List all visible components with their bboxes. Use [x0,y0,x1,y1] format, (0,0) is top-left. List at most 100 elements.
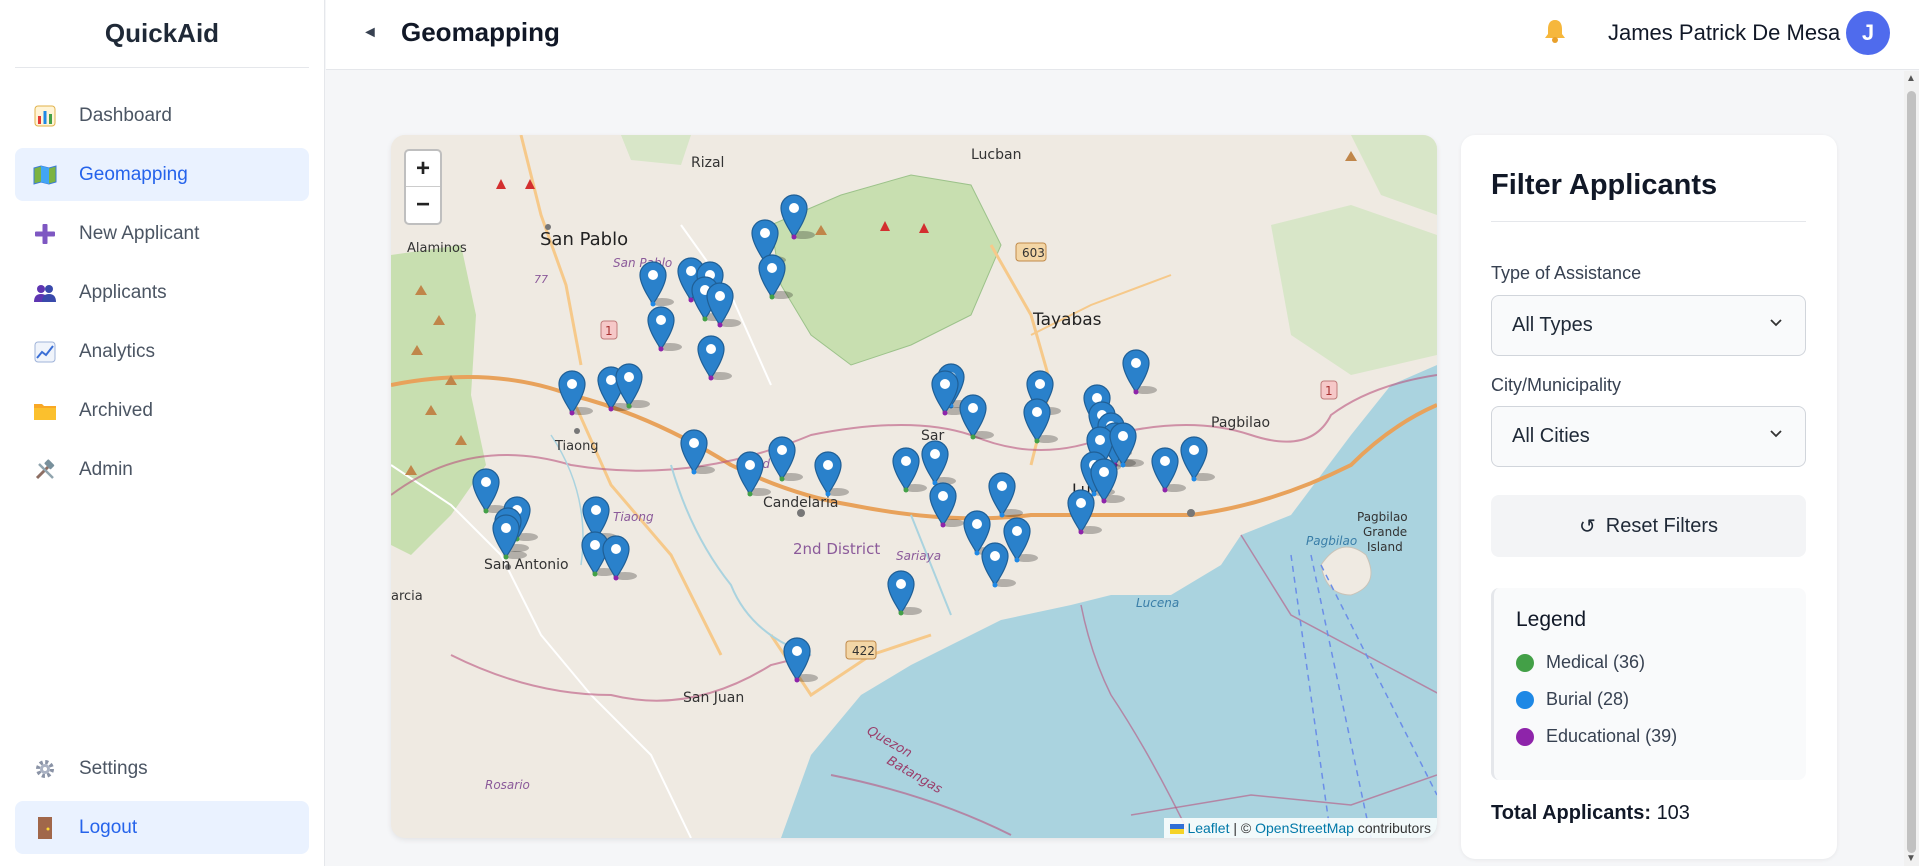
chart-icon [33,104,57,128]
map-marker-educational[interactable] [928,481,965,528]
user-name[interactable]: James Patrick De Mesa [1608,20,1840,46]
avatar[interactable]: J [1846,11,1890,55]
map-marker-educational[interactable] [646,305,682,352]
map-marker-burial[interactable] [638,260,674,307]
scroll-thumb[interactable] [1907,91,1916,853]
map-icon [33,163,57,187]
map-marker-burial[interactable] [679,428,716,475]
page-title: Geomapping [401,17,560,47]
zoom-in-button[interactable]: + [406,151,440,187]
assistance-type-select[interactable]: All Types [1491,295,1806,356]
label-road-422: 422 [852,644,875,658]
sidebar-item-archived[interactable]: Archived [15,384,309,437]
map-marker-educational[interactable] [557,369,593,416]
legend-item-burial: Burial (28) [1516,681,1806,718]
city-label: City/Municipality [1491,375,1622,395]
city-select[interactable]: All Cities [1491,406,1806,467]
label-pagbilao-grande-2: Grande [1363,525,1407,539]
geomap[interactable]: Rizal Lucban San Pablo San Pablo Alamino… [391,135,1437,838]
reset-filters-label: Reset Filters [1605,514,1718,537]
map-marker-medical[interactable] [735,450,771,497]
logout-button[interactable]: Logout [15,801,309,854]
sidebar-item-analytics[interactable]: Analytics [15,325,309,378]
map-marker-educational[interactable] [930,369,967,416]
gear-icon [33,757,57,781]
label-road-1a: 1 [605,324,613,338]
divider [1491,221,1806,222]
attribution-separator: | © [1229,820,1256,836]
sidebar-item-applicants[interactable]: Applicants [15,266,309,319]
label-tayabas: Tayabas [1032,310,1102,330]
label-road-1b: 1 [1325,384,1333,398]
map-marker-educational[interactable] [1066,488,1103,535]
sidebar-item-new-applicant[interactable]: New Applicant [15,207,309,260]
label-lucban: Lucban [971,147,1021,163]
map-marker-educational[interactable] [782,636,818,683]
reset-filters-button[interactable]: ↺ Reset Filters [1491,495,1806,557]
sidebar: QuickAid Dashboard Geomapping New Applic… [0,0,325,866]
city-value: All Cities [1512,425,1590,447]
map-marker-medical[interactable] [886,569,923,616]
sidebar-item-label: Archived [79,399,153,421]
sidebar-item-label: Logout [79,816,138,838]
map-marker-educational[interactable] [696,334,733,381]
label-rosario: Rosario [485,778,530,792]
sidebar-item-label: Geomapping [79,163,188,185]
label-pagbilao-bay: Pagbilao [1306,534,1357,548]
map-marker-educational[interactable] [1150,446,1187,493]
label-san-pablo: San Pablo [540,229,628,250]
legend-item-medical: Medical (36) [1516,644,1806,681]
plus-icon [33,222,57,246]
assistance-type-value: All Types [1512,314,1593,336]
map-marker-medical[interactable] [614,362,651,409]
users-icon [33,281,57,305]
medical-dot [1516,653,1534,672]
sidebar-item-label: Settings [79,757,148,779]
leaflet-link[interactable]: Leaflet [1187,820,1229,836]
map-marker-medical[interactable] [891,446,927,493]
sidebar-item-admin[interactable]: Admin [15,443,309,496]
map-marker-medical[interactable] [958,393,994,440]
label-alaminos: Alaminos [407,241,467,256]
legend-label: Educational (39) [1546,726,1678,746]
sidebar-item-dashboard[interactable]: Dashboard [15,89,309,142]
map-marker-educational[interactable] [601,534,637,581]
total-value: 103 [1656,802,1690,824]
app-logo[interactable]: QuickAid [15,0,309,68]
map-marker-medical[interactable] [757,253,793,300]
legend: Legend Medical (36) Burial (28) Educatio… [1491,588,1806,780]
osm-link[interactable]: OpenStreetMap [1255,820,1354,836]
sidebar-item-label: Dashboard [79,104,172,126]
map-marker-burial[interactable] [980,541,1016,588]
scroll-up-icon[interactable]: ▲ [1906,73,1916,84]
map-marker-medical[interactable] [491,513,528,560]
sidebar-item-label: Applicants [79,281,167,303]
chevron-down-icon [1770,319,1782,327]
sidebar-item-settings[interactable]: Settings [15,742,309,795]
tools-icon [33,458,57,482]
map-marker-burial[interactable] [813,450,850,497]
notification-bell-icon[interactable] [1543,18,1567,51]
page-scrollbar[interactable]: ▲ ▼ [1904,71,1919,866]
map-marker-educational[interactable] [1121,348,1157,395]
sidebar-bottom: Settings Logout [15,742,309,860]
filter-title: Filter Applicants [1491,169,1718,201]
map-marker-medical[interactable] [1022,397,1059,444]
map-marker-burial[interactable] [1179,435,1216,482]
map-marker-educational[interactable] [705,281,742,328]
legend-item-educational: Educational (39) [1516,718,1806,755]
label-pagbilao-grande: Pagbilao [1357,510,1408,524]
collapse-sidebar-icon[interactable]: ◄ [362,22,380,44]
map-marker-burial[interactable] [920,439,956,486]
sidebar-item-geomapping[interactable]: Geomapping [15,148,309,201]
scroll-down-icon[interactable]: ▼ [1906,853,1916,864]
sidebar-item-label: Analytics [79,340,156,362]
label-garcia: arcia [391,589,423,604]
label-rizal: Rizal [691,155,724,171]
zoom-out-button[interactable]: − [406,187,440,223]
label-road-77: 77 [534,273,548,286]
folder-icon [33,399,57,423]
label-batangas: Batangas [884,753,945,797]
sidebar-item-label: New Applicant [79,222,200,244]
educational-dot [1516,727,1534,746]
